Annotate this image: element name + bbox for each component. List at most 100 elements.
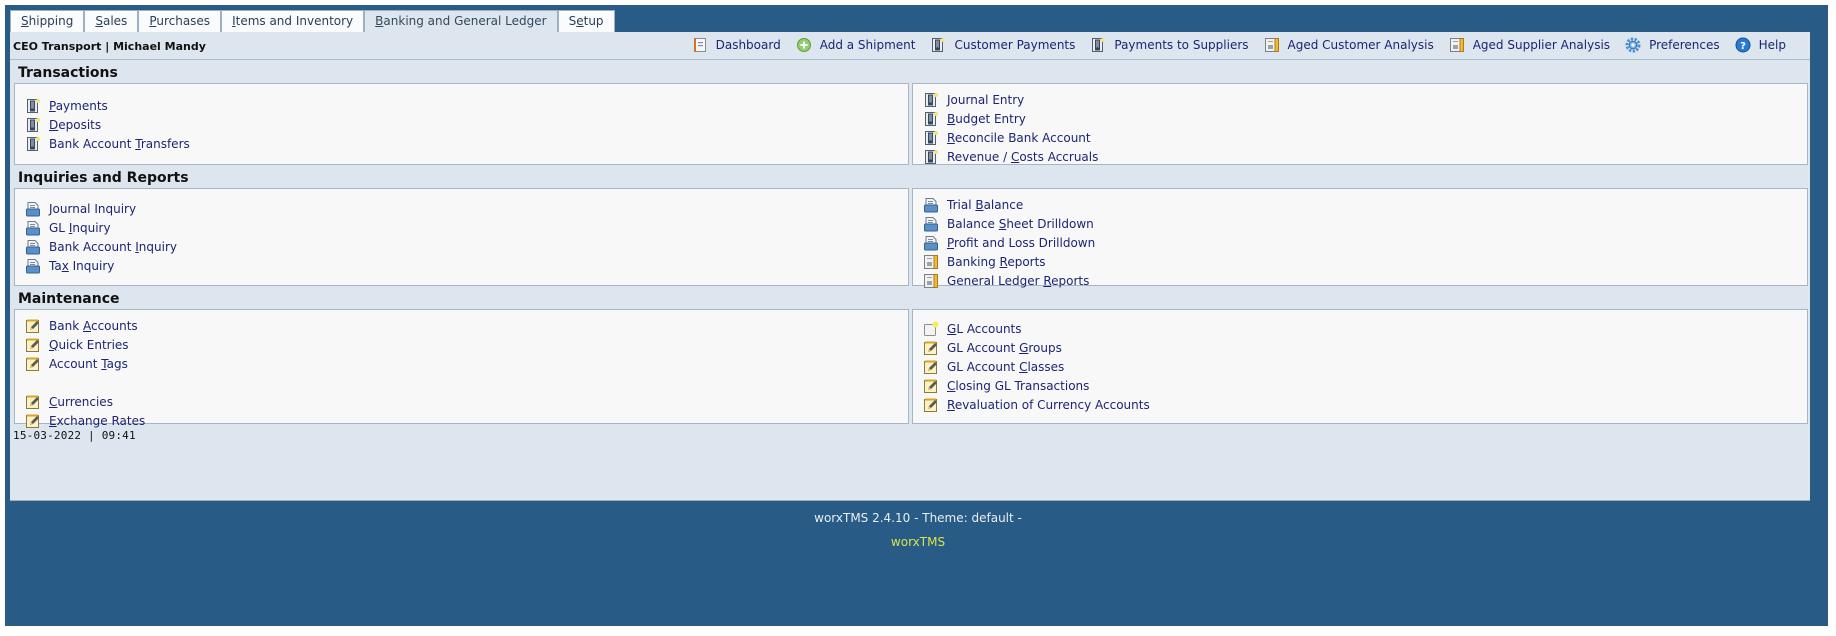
menu-link-tax-inquiry[interactable]: Tax Inquiry [25,256,908,275]
section-title-transactions: Transactions [18,65,118,81]
tab-banking-and-general-ledger[interactable]: Banking and General Ledger [364,10,558,33]
binder-icon [25,117,41,133]
section-maintenance: Bank Accounts Quick Entries Account Tags Cu… [14,309,1808,428]
shortcut-customer-payments[interactable]: Customer Payments [930,37,1075,53]
tab-items-and-inventory-accesskey: I [232,14,236,28]
menu-link-bank-account-inquiry[interactable]: Bank Account Inquiry [25,237,908,256]
menu-link-balance-sheet-drilldown[interactable]: Balance Sheet Drilldown [923,214,1807,233]
menu-link-account-tags[interactable]: Account Tags [25,354,908,373]
menu-link-gl-account-classes-accesskey: C [1019,359,1028,374]
menu-link-label: General Ledger Reports [947,273,1090,288]
edit-icon [923,359,939,375]
menu-link-profit-and-loss-drilldown[interactable]: Profit and Loss Drilldown [923,233,1807,252]
menu-link-journal-inquiry[interactable]: Journal Inquiry [25,199,908,218]
menu-link-gl-account-classes[interactable]: GL Account Classes [923,357,1807,376]
menu-link-label: Bank Account Transfers [49,136,190,151]
menu-link-label: Trial Balance [947,197,1024,212]
report-icon [1264,37,1280,53]
menu-link-label: Tax Inquiry [49,258,115,273]
menu-link-label: GL Account Classes [947,359,1065,374]
menu-link-bank-account-transfers-accesskey: T [135,136,141,151]
menu-link-gl-accounts-accesskey: G [947,321,957,336]
menu-link-label: Balance Sheet Drilldown [947,216,1094,231]
tab-banking-and-general-ledger-accesskey: B [375,14,384,28]
menu-link-journal-entry[interactable]: Journal Entry [923,90,1807,109]
tab-setup-accesskey: e [576,14,584,28]
shortcut-aged-supplier-analysis[interactable]: Aged Supplier Analysis [1449,37,1610,53]
shortcut-label: Add a Shipment [819,38,916,52]
edit-icon [25,318,41,334]
menu-link-label: GL Accounts [947,321,1022,336]
section-title-inquiries-and-reports: Inquiries and Reports [18,170,189,186]
menu-link-banking-reports[interactable]: Banking Reports [923,252,1807,271]
shortcut-aged-customer-analysis[interactable]: Aged Customer Analysis [1264,37,1434,53]
tab-shipping-accesskey: S [21,14,29,28]
shortcut-add-a-shipment[interactable]: Add a Shipment [796,37,916,53]
menu-link-tax-inquiry-accesskey: x [61,258,69,273]
menu-link-currencies[interactable]: Currencies [25,392,908,411]
tab-setup[interactable]: Setup [557,10,615,32]
svg-text:?: ? [1740,41,1746,52]
inquiries-and-reports-left-column: Journal Inquiry GL Inquiry Bank Account In… [14,188,909,286]
report-icon [923,254,939,270]
menu-link-general-ledger-reports[interactable]: General Ledger Reports [923,271,1807,290]
menu-link-label: Bank Accounts [49,318,138,333]
menu-link-gl-inquiry-accesskey: I [68,220,73,235]
shortcut-label: Preferences [1649,38,1720,52]
menu-link-journal-inquiry-accesskey: J [49,201,53,216]
shortcut-preferences[interactable]: Preferences [1625,37,1720,53]
menu-link-bank-account-transfers[interactable]: Bank Account Transfers [25,134,908,153]
shortcut-label: Aged Supplier Analysis [1472,38,1611,52]
shortcut-payments-to-suppliers[interactable]: Payments to Suppliers [1090,37,1249,53]
shortcut-label: Customer Payments [954,38,1076,52]
menu-link-label: Journal Inquiry [49,201,137,216]
menu-link-label: Quick Entries [49,337,129,352]
menu-link-deposits-accesskey: D [49,117,59,132]
menu-link-closing-gl-transactions[interactable]: Closing GL Transactions [923,376,1807,395]
menu-link-trial-balance-accesskey: B [975,197,984,212]
menu-link-quick-entries[interactable]: Quick Entries [25,335,908,354]
menu-link-label: Profit and Loss Drilldown [947,235,1096,250]
menu-link-revenue-costs-accruals[interactable]: Revenue / Costs Accruals [923,147,1807,166]
shortcut-label: Help [1758,38,1786,52]
menu-link-exchange-rates-accesskey: E [49,413,57,428]
edit-icon [923,340,939,356]
company-user-label: CEO Transport | Michael Mandy [13,40,206,53]
tab-sales[interactable]: Sales [84,10,139,32]
menu-link-account-tags-accesskey: T [101,356,107,371]
new-icon [923,321,939,337]
menu-link-deposits[interactable]: Deposits [25,115,908,134]
menu-link-label: Budget Entry [947,111,1026,126]
menu-link-gl-inquiry[interactable]: GL Inquiry [25,218,908,237]
binder-icon [923,111,939,127]
menu-link-label: Bank Account Inquiry [49,239,177,254]
menu-link-label: Deposits [49,117,102,132]
shortcut-help[interactable]: ? Help [1735,37,1786,53]
menu-link-trial-balance[interactable]: Trial Balance [923,195,1807,214]
tab-shipping[interactable]: Shipping [10,10,85,32]
inquiry-icon [923,216,939,232]
sections: Transactions Payments Deposits Bank Account… [10,60,1810,428]
menu-link-exchange-rates[interactable]: Exchange Rates [25,411,908,430]
menu-link-currencies-accesskey: C [49,394,58,409]
add-icon [796,37,812,53]
menu-link-revaluation-of-currency-accounts[interactable]: Revaluation of Currency Accounts [923,395,1807,414]
inquiry-icon [25,239,41,255]
menu-link-label: GL Inquiry [49,220,111,235]
footer-brand-link[interactable]: worxTMS [0,535,1836,549]
section-inquiries-and-reports: Journal Inquiry GL Inquiry Bank Account In… [14,188,1808,288]
menu-link-label: Account Tags [49,356,128,371]
tab-items-and-inventory[interactable]: Items and Inventory [221,10,365,32]
menu-link-revaluation-of-currency-accounts-accesskey: R [947,397,955,412]
shortcut-dashboard[interactable]: Dashboard [692,37,781,53]
tab-purchases[interactable]: Purchases [138,10,222,32]
menu-link-bank-accounts[interactable]: Bank Accounts [25,316,908,335]
menu-link-reconcile-bank-account[interactable]: Reconcile Bank Account [923,128,1807,147]
gear-icon [1625,37,1641,53]
menu-link-budget-entry[interactable]: Budget Entry [923,109,1807,128]
menu-link-payments[interactable]: Payments [25,96,908,115]
menu-link-gl-account-groups[interactable]: GL Account Groups [923,338,1807,357]
menu-link-gl-accounts[interactable]: GL Accounts [923,319,1807,338]
footer-version: worxTMS 2.4.10 - Theme: default - [814,511,1022,525]
